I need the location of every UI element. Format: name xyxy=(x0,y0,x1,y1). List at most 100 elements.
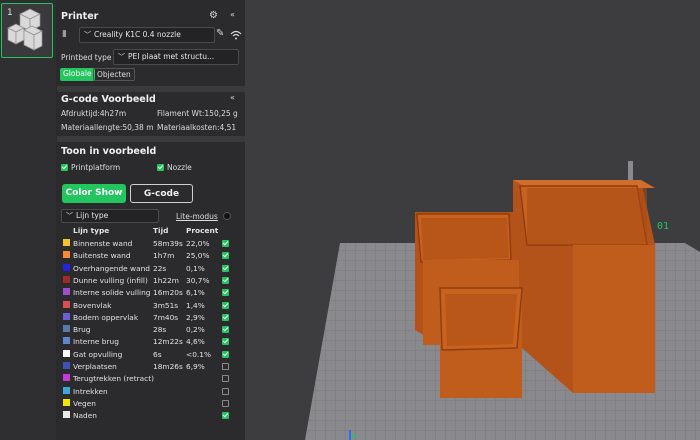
line-type-name: Naden xyxy=(73,411,97,421)
visibility-checkbox-wrap[interactable] xyxy=(222,251,232,260)
color-swatch xyxy=(63,312,70,320)
line-type-percent: 30,7% xyxy=(186,275,210,285)
line-type-name: Binnenste wand xyxy=(73,239,133,248)
visibility-checkbox-wrap[interactable] xyxy=(222,362,232,371)
collapse-icon[interactable]: « xyxy=(230,93,235,102)
line-type-name: Gat opvulling xyxy=(73,349,123,359)
visibility-checkbox[interactable] xyxy=(222,276,229,284)
visibility-checkbox[interactable] xyxy=(222,363,229,370)
wifi-icon[interactable] xyxy=(230,30,242,40)
visibility-checkbox-wrap[interactable] xyxy=(222,288,232,297)
nozzle-icon xyxy=(628,161,633,183)
line-type-time: 1h22m xyxy=(153,275,179,285)
visibility-checkbox[interactable] xyxy=(222,313,229,321)
visibility-checkbox[interactable] xyxy=(222,338,229,346)
visibility-checkbox-wrap[interactable] xyxy=(222,374,232,383)
table-row[interactable]: Terugtrekken (retract) xyxy=(57,373,245,385)
line-type-select[interactable]: ﹀ Lijn type xyxy=(61,209,159,223)
table-row[interactable]: Bodem oppervlak 7m40s 2,9% xyxy=(57,312,245,324)
line-type-name: Bodem oppervlak xyxy=(73,312,139,322)
table-row[interactable]: Naden xyxy=(57,410,245,422)
visibility-checkbox[interactable] xyxy=(222,289,229,297)
collapse-icon[interactable]: « xyxy=(230,10,235,19)
visibility-checkbox[interactable] xyxy=(222,399,229,407)
gcode-button[interactable]: G-code xyxy=(130,184,193,203)
table-header: Lijn type Tijd Procent xyxy=(57,225,245,237)
tab-global[interactable]: Globale xyxy=(60,68,95,81)
chevron-down-icon: ﹀ xyxy=(66,212,73,220)
visibility-checkbox-wrap[interactable] xyxy=(222,301,232,310)
3d-viewport[interactable]: 01 xyxy=(245,0,700,440)
color-show-button[interactable]: Color Show xyxy=(62,184,126,203)
visibility-checkbox-wrap[interactable] xyxy=(222,239,232,248)
table-row[interactable]: Intrekken xyxy=(57,386,245,398)
table-row[interactable]: Brug 28s 0,2% xyxy=(57,324,245,336)
line-type-percent: 0,2% xyxy=(186,325,205,335)
visibility-checkbox-wrap[interactable] xyxy=(222,337,232,346)
line-type-percent: 0,1% xyxy=(186,263,205,273)
line-type-name: Overhangende wand xyxy=(73,263,151,273)
show-in-preview-panel: Toon in voorbeeld Printplatform Nozzle C… xyxy=(57,142,245,440)
sidebar: Printer ⚙ « ▮ ﹀ Creality K1C 0.4 nozzle ✎… xyxy=(57,0,245,440)
table-row[interactable]: Interne brug 12m22s 4,6% xyxy=(57,336,245,348)
visibility-checkbox[interactable] xyxy=(222,264,229,272)
visibility-checkbox[interactable] xyxy=(222,301,229,309)
plate-thumbnail[interactable]: 1 xyxy=(1,3,53,58)
printer-select[interactable]: ﹀ Creality K1C 0.4 nozzle xyxy=(79,27,215,43)
line-type-name: Terugtrekken (retract) xyxy=(73,374,155,384)
bed-type-select[interactable]: ﹀ PEI plaat met structu... xyxy=(113,49,239,65)
visibility-checkbox[interactable] xyxy=(222,326,229,334)
line-type-time: 3m51s xyxy=(153,300,179,310)
line-type-percent: 2,9% xyxy=(186,312,205,322)
color-swatch xyxy=(63,300,70,308)
nozzle-toggle[interactable]: Nozzle xyxy=(157,163,192,172)
visibility-checkbox-wrap[interactable] xyxy=(222,387,232,396)
visibility-checkbox[interactable] xyxy=(222,387,229,395)
table-row[interactable]: Overhangende wand 22s 0,1% xyxy=(57,263,245,275)
material-cost: Materiaalkosten:4,51 xyxy=(157,123,237,132)
printer-icon: ▮ xyxy=(62,29,67,39)
gear-icon[interactable]: ⚙ xyxy=(209,10,218,21)
table-row[interactable]: Interne solide vulling 16m20s 6,1% xyxy=(57,287,245,299)
table-row[interactable]: Verplaatsen 18m26s 6,9% xyxy=(57,361,245,373)
visibility-checkbox[interactable] xyxy=(222,412,229,420)
table-row[interactable]: Gat opvulling 6s <0.1% xyxy=(57,349,245,361)
line-type-name: Brug xyxy=(73,325,91,335)
visibility-checkbox[interactable] xyxy=(222,375,229,383)
visibility-checkbox-wrap[interactable] xyxy=(222,350,232,359)
visibility-checkbox[interactable] xyxy=(222,240,229,247)
model-front-box xyxy=(439,287,523,398)
visibility-checkbox-wrap[interactable] xyxy=(222,264,232,273)
line-type-name: Verplaatsen xyxy=(73,362,117,371)
table-row[interactable]: Dunne vulling (infill) 1h22m 30,7% xyxy=(57,275,245,287)
table-row[interactable]: Binnenste wand 58m39s 22,0% xyxy=(57,238,245,250)
print-time: Afdruktijd:4h27m xyxy=(61,109,127,118)
column-header: Lijn type xyxy=(73,226,110,235)
checkbox-icon xyxy=(157,164,164,171)
visibility-checkbox-wrap[interactable] xyxy=(222,276,232,285)
visibility-checkbox-wrap[interactable] xyxy=(222,325,232,334)
lite-mode-label: Lite-modus xyxy=(176,212,218,221)
visibility-checkbox-wrap[interactable] xyxy=(222,313,232,322)
table-row[interactable]: Buitenste wand 1h7m 25,0% xyxy=(57,250,245,262)
axis-y-icon xyxy=(351,435,357,437)
visibility-checkbox[interactable] xyxy=(222,252,229,260)
printer-select-value: Creality K1C 0.4 nozzle xyxy=(94,30,181,39)
visibility-checkbox-wrap[interactable] xyxy=(222,411,232,420)
line-type-percent: 1,4% xyxy=(186,300,205,310)
table-row[interactable]: Vegen xyxy=(57,398,245,410)
lite-mode-toggle[interactable] xyxy=(223,212,231,220)
plate-label: 01 xyxy=(657,221,669,232)
visibility-checkbox-wrap[interactable] xyxy=(222,399,232,408)
tab-objects[interactable]: Objecten xyxy=(93,68,135,81)
color-swatch xyxy=(63,411,70,419)
chevron-down-icon: ﹀ xyxy=(118,53,125,61)
color-swatch xyxy=(63,374,70,382)
printplatform-label: Printplatform xyxy=(71,163,121,172)
printplatform-toggle[interactable]: Printplatform xyxy=(61,163,120,172)
color-swatch xyxy=(63,288,70,296)
table-row[interactable]: Bovenvlak 3m51s 1,4% xyxy=(57,300,245,312)
visibility-checkbox[interactable] xyxy=(222,350,229,358)
line-type-name: Vegen xyxy=(73,398,96,408)
edit-icon[interactable]: ✎ xyxy=(216,28,224,39)
